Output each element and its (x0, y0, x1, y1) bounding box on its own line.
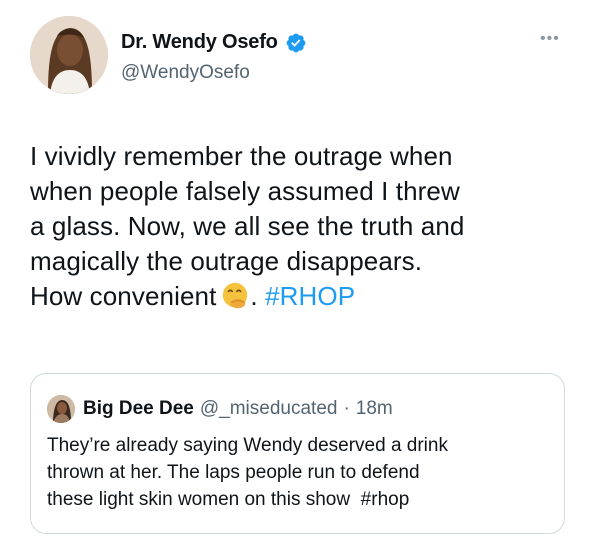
tweet-text-line: magically the outrage disappears. (30, 246, 423, 276)
quoted-author-name[interactable]: Big Dee Dee (83, 398, 194, 420)
tweet-text-line: when people falsely assumed I threw (30, 176, 460, 206)
author-name-text[interactable]: Dr. Wendy Osefo (121, 31, 278, 54)
separator-dot: · (343, 398, 350, 419)
quoted-text-line: thrown at her. The laps people run to de… (47, 462, 420, 483)
quoted-text-line-last: these light skin women on this show #rho… (47, 486, 552, 513)
tweet-text-line: a glass. Now, we all see the truth and (30, 211, 465, 241)
quoted-author-avatar[interactable] (47, 395, 75, 423)
quoted-text: They’re already saying Wendy deserved a … (47, 432, 552, 513)
author-name[interactable]: Dr. Wendy Osefo (121, 31, 307, 54)
quoted-avatar-photo (47, 395, 75, 423)
hashtag-link[interactable]: #RHOP (265, 281, 355, 311)
quoted-tweet[interactable]: Big Dee Dee @_miseducated · 18m They’re … (30, 373, 565, 534)
avatar-photo (30, 16, 108, 94)
quoted-header: Big Dee Dee @_miseducated · 18m (83, 398, 393, 420)
tweet-text-period: . (250, 281, 258, 311)
more-dots-icon[interactable]: ••• (540, 30, 560, 48)
tweet-text: I vividly remember the outrage when when… (30, 139, 575, 314)
quoted-author-handle[interactable]: @_miseducated (200, 398, 338, 420)
face-with-hand-over-mouth-emoji-icon (223, 282, 248, 309)
quoted-hashtag[interactable]: #rhop (361, 489, 410, 510)
tweet-text-line: I vividly remember the outrage when (30, 141, 453, 171)
author-handle[interactable]: @WendyOsefo (121, 62, 250, 84)
tweet-text-fragment: How convenient (30, 281, 217, 311)
tweet-card: Dr. Wendy Osefo @WendyOsefo ••• I vividl… (0, 0, 595, 541)
quoted-text-fragment: these light skin women on this show (47, 489, 351, 510)
quoted-text-line: They’re already saying Wendy deserved a … (47, 435, 448, 456)
tweet-text-line-last: How convenient . #RHOP (30, 279, 575, 314)
verified-badge-icon (286, 33, 306, 52)
author-avatar[interactable] (30, 16, 108, 94)
quoted-timestamp[interactable]: 18m (356, 398, 393, 420)
